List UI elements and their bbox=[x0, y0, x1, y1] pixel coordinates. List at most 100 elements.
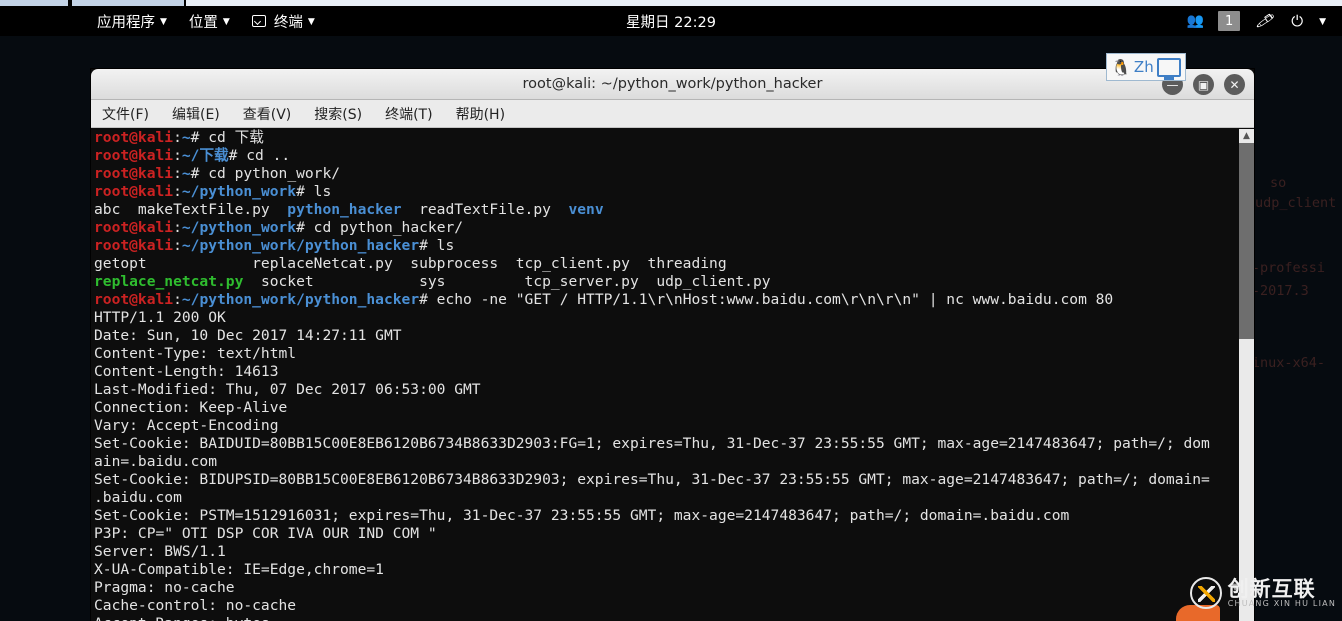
menu-view[interactable]: 查看(V) bbox=[243, 104, 292, 124]
terminal-segment: Accept-Ranges: bytes bbox=[94, 615, 270, 621]
terminal-segment: Content-Length: 14613 bbox=[94, 363, 279, 380]
ghost-file-label: so bbox=[1270, 175, 1287, 191]
terminal-segment: # cd 下载 bbox=[190, 129, 264, 146]
terminal-line: root@kali:~/python_work/python_hacker# e… bbox=[94, 291, 1238, 309]
terminal-segment: readTextFile.py bbox=[401, 201, 569, 218]
terminal-line: Set-Cookie: BAIDUID=80BB15C00E8EB6120B67… bbox=[94, 435, 1238, 453]
close-button[interactable]: ✕ bbox=[1224, 74, 1245, 95]
terminal-segment: Connection: Keep-Alive bbox=[94, 399, 288, 416]
main-titlebar[interactable]: root@kali: ~/python_work/python_hacker —… bbox=[91, 69, 1254, 100]
main-terminal-viewport[interactable]: root@kali:~# cd 下载 root@kali:~/下载# cd .. r… bbox=[91, 129, 1254, 621]
terminal-segment: ~/python_work bbox=[181, 219, 297, 236]
terminal-segment: ~/python_work/python_hacker bbox=[181, 291, 420, 308]
terminal-segment: .baidu.com bbox=[94, 489, 182, 506]
workspace-indicator[interactable]: 1 bbox=[1218, 11, 1241, 31]
power-icon[interactable]: ⏻ bbox=[1291, 12, 1303, 30]
terminal-segment: # ls bbox=[419, 237, 455, 254]
terminal-segment: root@kali bbox=[94, 219, 174, 236]
terminal-segment: : bbox=[173, 237, 182, 254]
menu-terminal[interactable]: 终端(T) bbox=[385, 104, 432, 124]
terminal-segment: # cd .. bbox=[228, 147, 291, 164]
terminal-segment: root@kali bbox=[94, 291, 174, 308]
tux-icon: 🐧 bbox=[1111, 57, 1131, 77]
terminal-line: X-UA-Compatible: IE=Edge,chrome=1 bbox=[94, 561, 1238, 579]
terminal-segment: ain=.baidu.com bbox=[94, 453, 218, 470]
keyboard-icon[interactable] bbox=[1156, 57, 1181, 80]
terminal-line: ain=.baidu.com bbox=[94, 453, 1238, 471]
terminal-segment: Content-Type: text/html bbox=[94, 345, 297, 362]
terminal-segment: ~/下载 bbox=[181, 147, 229, 164]
watermark-text: 创新互联 CHUANG XIN HU LIAN bbox=[1228, 578, 1336, 608]
terminal-line: Cache-control: no-cache bbox=[94, 597, 1238, 615]
users-icon[interactable]: 👥 bbox=[1187, 13, 1204, 29]
panel-tray: 👥 1 🖊 ⏻ ▼ bbox=[1187, 10, 1342, 31]
terminal-segment: : bbox=[173, 147, 182, 164]
terminal-segment: P3P: CP=" OTI DSP COR IVA OUR IND COM " bbox=[94, 525, 437, 542]
terminal-segment: root@kali bbox=[94, 237, 174, 254]
terminal-line: Connection: Keep-Alive bbox=[94, 399, 1238, 417]
terminal-line: Server: BWS/1.1 bbox=[94, 543, 1238, 561]
terminal-line: root@kali:~# cd 下载 bbox=[94, 129, 1238, 147]
terminal-segment: socket sys tcp_server.py udp_client.py bbox=[243, 273, 771, 290]
menu-search[interactable]: 搜索(S) bbox=[314, 104, 362, 124]
terminal-line: replace_netcat.py socket sys tcp_server.… bbox=[94, 273, 1238, 291]
terminal-line: root@kali:~/下载# cd .. bbox=[94, 147, 1238, 165]
terminal-line: getopt replaceNetcat.py subprocess tcp_c… bbox=[94, 255, 1238, 273]
terminal-segment: : bbox=[173, 165, 182, 182]
terminal-segment: Server: BWS/1.1 bbox=[94, 543, 226, 560]
terminal-line: P3P: CP=" OTI DSP COR IVA OUR IND COM " bbox=[94, 525, 1238, 543]
scrollbar-thumb[interactable] bbox=[1239, 143, 1254, 339]
terminal-segment: : bbox=[173, 219, 182, 236]
terminal-segment: replace_netcat.py bbox=[94, 273, 244, 290]
terminal-segment: : bbox=[173, 183, 182, 200]
ime-language-label: Zh bbox=[1133, 58, 1154, 76]
watermark: 创新互联 CHUANG XIN HU LIAN bbox=[1189, 577, 1336, 609]
terminal-line: root@kali:~/python_work/python_hacker# l… bbox=[94, 237, 1238, 255]
terminal-line: abc makeTextFile.py python_hacker readTe… bbox=[94, 201, 1238, 219]
terminal-line: Set-Cookie: BIDUPSID=80BB15C00E8EB6120B6… bbox=[94, 471, 1238, 489]
terminal-line: root@kali:~/python_work# ls bbox=[94, 183, 1238, 201]
terminal-segment: abc makeTextFile.py bbox=[94, 201, 288, 218]
terminal-segment: root@kali bbox=[94, 165, 174, 182]
main-terminal-scrollbar[interactable]: ▲ bbox=[1239, 129, 1254, 621]
menu-help[interactable]: 帮助(H) bbox=[456, 104, 505, 124]
terminal-segment: ~/python_work bbox=[181, 183, 297, 200]
terminal-line: Date: Sun, 10 Dec 2017 14:27:11 GMT bbox=[94, 327, 1238, 345]
terminal-line: Content-Length: 14613 bbox=[94, 363, 1238, 381]
terminal-segment: Set-Cookie: PSTM=1512916031; expires=Thu… bbox=[94, 507, 1070, 524]
terminal-segment: python_hacker bbox=[287, 201, 402, 218]
terminal-line: Pragma: no-cache bbox=[94, 579, 1238, 597]
scroll-up-icon[interactable]: ▲ bbox=[1239, 129, 1254, 143]
menu-file[interactable]: 文件(F) bbox=[102, 104, 149, 124]
menu-edit[interactable]: 编辑(E) bbox=[172, 104, 220, 124]
terminal-segment: ~ bbox=[181, 165, 191, 182]
main-terminal-window[interactable]: root@kali: ~/python_work/python_hacker —… bbox=[91, 69, 1254, 621]
ghost-file-label: udp_client bbox=[1255, 195, 1337, 211]
watermark-chinese: 创新互联 bbox=[1227, 576, 1316, 601]
terminal-line: Content-Type: text/html bbox=[94, 345, 1238, 363]
terminal-line: Vary: Accept-Encoding bbox=[94, 417, 1238, 435]
main-terminal-output[interactable]: root@kali:~# cd 下载 root@kali:~/下载# cd .. r… bbox=[94, 129, 1238, 621]
terminal-segment: root@kali bbox=[94, 147, 174, 164]
terminal-segment: ~/python_work/python_hacker bbox=[181, 237, 420, 254]
maximize-button[interactable]: ▣ bbox=[1193, 74, 1214, 95]
terminal-segment: Last-Modified: Thu, 07 Dec 2017 06:53:00… bbox=[94, 381, 481, 398]
terminal-segment: : bbox=[173, 291, 182, 308]
watermark-logo-icon bbox=[1189, 577, 1222, 609]
panel-clock[interactable]: 星期日 22:29 bbox=[0, 11, 1342, 32]
terminal-line: Accept-Ranges: bytes bbox=[94, 615, 1238, 621]
terminal-segment: # cd python_work/ bbox=[190, 165, 341, 182]
terminal-segment: getopt replaceNetcat.py subprocess tcp_c… bbox=[94, 255, 727, 272]
terminal-segment: venv bbox=[568, 201, 604, 218]
terminal-segment: # ls bbox=[296, 183, 332, 200]
pen-icon[interactable]: 🖊 bbox=[1255, 10, 1277, 31]
terminal-segment: X-UA-Compatible: IE=Edge,chrome=1 bbox=[94, 561, 384, 578]
terminal-segment: ~ bbox=[181, 129, 191, 146]
ime-indicator[interactable]: 🐧 Zh bbox=[1106, 53, 1186, 81]
desktop-background: 文件(F) 编辑(E) 查看(V) 搜索(S) 终端(T) 帮助(H) root… bbox=[0, 36, 1342, 621]
terminal-line: root@kali:~/python_work# cd python_hacke… bbox=[94, 219, 1238, 237]
terminal-segment: : bbox=[173, 129, 182, 146]
terminal-segment: HTTP/1.1 200 OK bbox=[94, 309, 226, 326]
chevron-down-icon[interactable]: ▼ bbox=[1319, 17, 1326, 27]
page-title: root@kali: ~/python_work/python_hacker bbox=[522, 76, 823, 92]
